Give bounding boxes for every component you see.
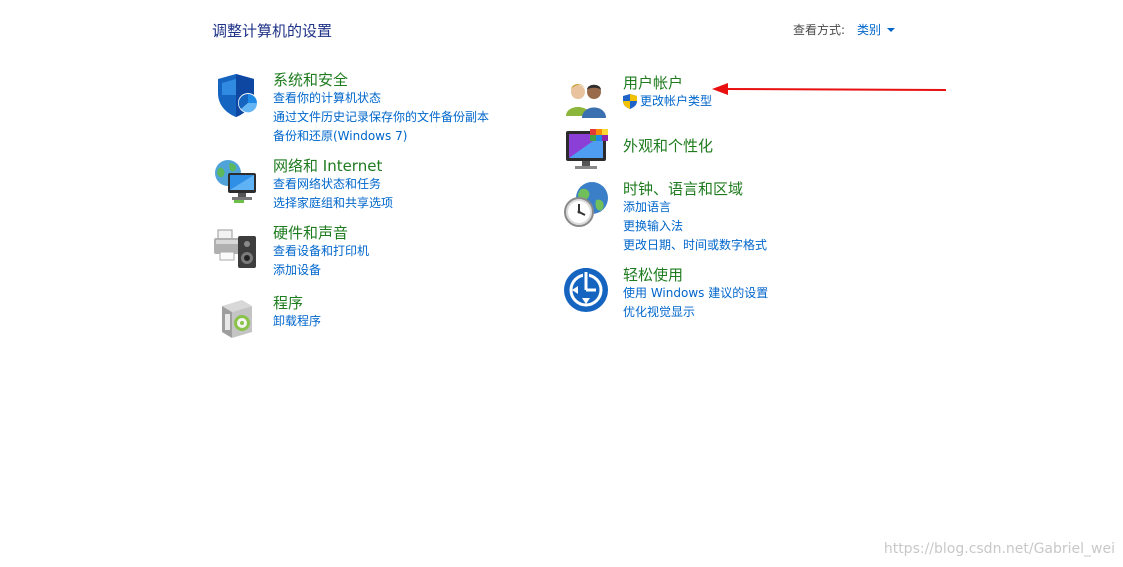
ease-of-access-icon[interactable] [562, 266, 610, 314]
category-title[interactable]: 程序 [273, 294, 321, 312]
category-text: 轻松使用 使用 Windows 建议的设置 优化视觉显示 [623, 266, 768, 322]
chevron-down-icon [887, 27, 896, 32]
category-clock-region: 时钟、语言和区域 添加语言 更换输入法 更改日期、时间或数字格式 [562, 180, 767, 255]
category-user-accounts: 用户帐户 更改帐户类型 [562, 74, 712, 122]
category-ease-of-access: 轻松使用 使用 Windows 建议的设置 优化视觉显示 [562, 266, 768, 322]
category-title[interactable]: 硬件和声音 [273, 224, 369, 242]
category-network: 网络和 Internet 查看网络状态和任务 选择家庭组和共享选项 [212, 157, 393, 213]
view-by-dropdown[interactable]: 类别 [857, 21, 896, 38]
category-text: 网络和 Internet 查看网络状态和任务 选择家庭组和共享选项 [273, 157, 393, 213]
category-title[interactable]: 时钟、语言和区域 [623, 180, 767, 198]
link-uninstall-program[interactable]: 卸载程序 [273, 312, 321, 331]
printer-speaker-icon[interactable] [212, 224, 260, 272]
programs-box-icon[interactable] [212, 294, 260, 342]
category-title[interactable]: 外观和个性化 [623, 137, 713, 155]
users-icon[interactable] [562, 74, 610, 122]
category-text: 硬件和声音 查看设备和打印机 添加设备 [273, 224, 369, 280]
uac-shield-icon [623, 94, 637, 109]
link-view-computer-status[interactable]: 查看你的计算机状态 [273, 89, 489, 108]
view-by-label: 查看方式: [793, 23, 846, 37]
category-text: 用户帐户 更改帐户类型 [623, 74, 712, 122]
link-devices-printers[interactable]: 查看设备和打印机 [273, 242, 369, 261]
clock-globe-icon[interactable] [562, 180, 610, 228]
link-change-input-method[interactable]: 更换输入法 [623, 217, 767, 236]
annotation-arrow-icon [712, 83, 947, 95]
category-title[interactable]: 网络和 Internet [273, 157, 393, 175]
view-by-value: 类别 [857, 23, 882, 37]
link-recommended-settings[interactable]: 使用 Windows 建议的设置 [623, 284, 768, 303]
link-add-language[interactable]: 添加语言 [623, 198, 767, 217]
category-text: 系统和安全 查看你的计算机状态 通过文件历史记录保存你的文件备份副本 备份和还原… [273, 71, 489, 146]
link-homegroup[interactable]: 选择家庭组和共享选项 [273, 194, 393, 213]
page-title: 调整计算机的设置 [212, 22, 333, 40]
monitor-palette-icon[interactable] [562, 127, 610, 175]
network-globe-icon[interactable] [212, 157, 260, 205]
link-optimize-visual-display[interactable]: 优化视觉显示 [623, 303, 768, 322]
shield-icon[interactable] [212, 71, 260, 119]
category-text: 时钟、语言和区域 添加语言 更换输入法 更改日期、时间或数字格式 [623, 180, 767, 255]
link-backup-restore[interactable]: 备份和还原(Windows 7) [273, 127, 489, 146]
link-label: 更改帐户类型 [640, 94, 713, 108]
control-panel-page: 调整计算机的设置 查看方式: 类别 系统和安全 查看你的计算机状态 通过文件历史… [0, 0, 1123, 567]
category-hardware-sound: 硬件和声音 查看设备和打印机 添加设备 [212, 224, 369, 280]
link-add-device[interactable]: 添加设备 [273, 261, 369, 280]
link-file-history[interactable]: 通过文件历史记录保存你的文件备份副本 [273, 108, 489, 127]
category-title[interactable]: 轻松使用 [623, 266, 768, 284]
category-text: 外观和个性化 [623, 127, 713, 175]
category-text: 程序 卸载程序 [273, 294, 321, 342]
category-system-security: 系统和安全 查看你的计算机状态 通过文件历史记录保存你的文件备份副本 备份和还原… [212, 71, 489, 146]
watermark: https://blog.csdn.net/Gabriel_wei [883, 541, 1115, 557]
category-title[interactable]: 用户帐户 [623, 74, 712, 92]
link-change-account-type[interactable]: 更改帐户类型 [623, 92, 712, 111]
link-change-date-time-format[interactable]: 更改日期、时间或数字格式 [623, 236, 767, 255]
category-appearance: 外观和个性化 [562, 127, 713, 175]
view-by: 查看方式: 类别 [793, 21, 896, 38]
category-title[interactable]: 系统和安全 [273, 71, 489, 89]
link-network-status[interactable]: 查看网络状态和任务 [273, 175, 393, 194]
category-programs: 程序 卸载程序 [212, 294, 321, 342]
